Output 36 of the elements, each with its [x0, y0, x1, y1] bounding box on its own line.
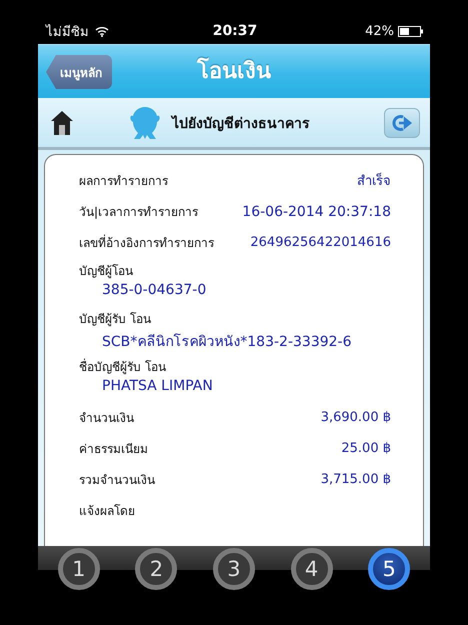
- logo-icon: [128, 104, 162, 140]
- field-value: 3,715.00 ฿: [320, 472, 391, 487]
- home-icon[interactable]: [50, 110, 74, 136]
- field-label: จำนวนเงิน: [79, 410, 134, 427]
- field-label: รวมจำนวนเงิน: [79, 472, 155, 489]
- section-title: ไปยังบัญชีต่างธนาคาร: [172, 114, 310, 134]
- field-label: ผลการทำรายการ: [79, 173, 168, 190]
- field-value: สำเร็จ: [357, 172, 391, 191]
- logout-icon: [391, 114, 413, 132]
- step-button[interactable]: 1: [58, 548, 100, 590]
- field-label: ค่าธรรมเนียม: [79, 441, 148, 458]
- clock-time: 20:37: [212, 23, 258, 39]
- field-label: ชื่อบัญชีผู้รับ โอน: [79, 358, 166, 376]
- field-value: SCB*คลีนิกโรคผิวหนัง*183-2-33392-6: [102, 332, 352, 352]
- step-button[interactable]: 4: [290, 548, 333, 590]
- step-button[interactable]: 2: [135, 548, 178, 590]
- field-value: PHATSA LIMPAN: [102, 378, 213, 394]
- field-label: บัญชีผู้รับ โอน: [79, 310, 151, 328]
- field-label: เลขที่อ้างอิงการทำรายการ: [79, 234, 214, 252]
- step-button[interactable]: 3: [212, 548, 255, 590]
- field-value: 26496256422014616: [250, 235, 391, 250]
- field-value: 25.00 ฿: [341, 441, 391, 456]
- back-button[interactable]: เมนูหลัก: [46, 55, 112, 89]
- field-value: 3,690.00 ฿: [320, 410, 391, 425]
- wifi-icon: [95, 26, 109, 36]
- battery-icon: [398, 26, 424, 36]
- field-label: บัญชีผู้โอน: [79, 262, 133, 280]
- step-button[interactable]: 5: [368, 548, 410, 590]
- field-value: 385-0-04637-0: [102, 282, 206, 298]
- field-label: วัน|เวลาการทำรายการ: [79, 204, 198, 221]
- logout-button[interactable]: [384, 108, 420, 138]
- field-value: 16-06-2014 20:37:18: [242, 204, 391, 220]
- field-label: แจ้งผลโดย: [79, 503, 135, 520]
- battery-percent: 42%: [365, 24, 394, 38]
- carrier-label: ไม่มีซิม: [46, 23, 89, 42]
- screen-title: โอนเงิน: [197, 56, 271, 86]
